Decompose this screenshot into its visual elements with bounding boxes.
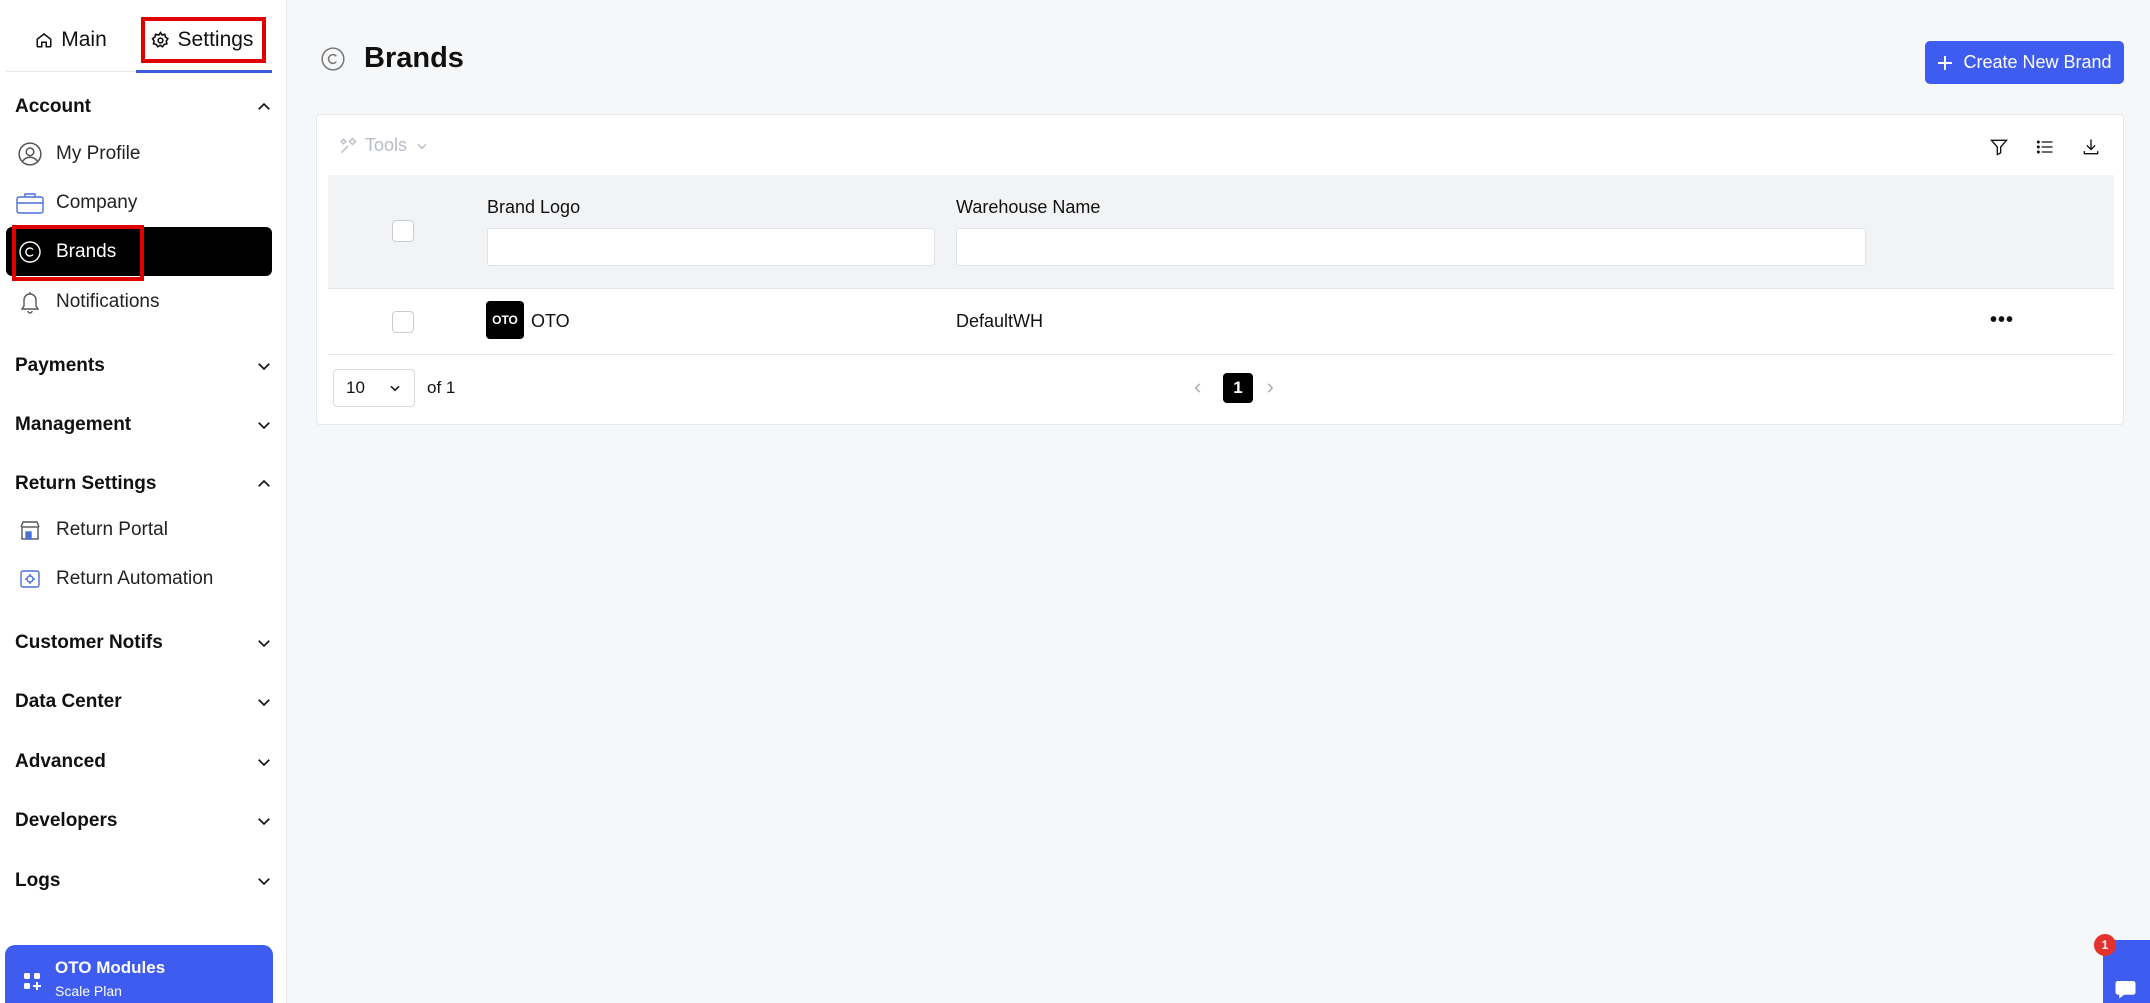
copyright-icon bbox=[16, 238, 44, 266]
gear-icon bbox=[150, 30, 169, 48]
tab-main[interactable]: Main bbox=[6, 14, 136, 66]
section-logs[interactable]: Logs bbox=[15, 870, 273, 892]
row-actions-menu-icon[interactable]: ••• bbox=[1990, 309, 2014, 332]
copyright-icon bbox=[321, 46, 345, 71]
section-account[interactable]: Account bbox=[15, 96, 273, 118]
section-customer-notifs[interactable]: Customer Notifs bbox=[15, 632, 273, 654]
home-icon bbox=[36, 33, 52, 48]
brand-name: OTO bbox=[531, 311, 570, 331]
section-data-center[interactable]: Data Center bbox=[15, 691, 273, 713]
create-button-label: Create New Brand bbox=[1963, 52, 2112, 72]
column-header-warehouse-name: Warehouse Name bbox=[956, 197, 1101, 217]
brand-logo-filter-input[interactable] bbox=[487, 228, 935, 266]
chevron-up-icon bbox=[258, 479, 270, 487]
section-management[interactable]: Management bbox=[15, 414, 273, 436]
section-data-center-label: Data Center bbox=[15, 691, 122, 712]
row-checkbox[interactable] bbox=[392, 311, 414, 333]
section-advanced[interactable]: Advanced bbox=[15, 751, 273, 773]
chevron-up-icon bbox=[258, 102, 270, 110]
grid-plus-icon bbox=[24, 973, 41, 990]
tools-label: Tools bbox=[365, 135, 408, 155]
chevron-down-icon bbox=[258, 640, 270, 648]
chevron-down-icon bbox=[258, 422, 270, 430]
section-customer-notifs-label: Customer Notifs bbox=[15, 632, 163, 653]
sidebar: Main Settings Account My Profile Company… bbox=[0, 0, 287, 1003]
chat-icon bbox=[2115, 981, 2136, 999]
chevron-down-icon bbox=[258, 818, 270, 826]
table-header: Brand Logo Warehouse Name bbox=[328, 175, 2114, 289]
section-payments-label: Payments bbox=[15, 355, 105, 376]
brand-logo: OTO bbox=[486, 301, 524, 339]
columns-list-icon[interactable] bbox=[2033, 135, 2057, 159]
plus-icon bbox=[1938, 55, 1953, 70]
page-number-current[interactable]: 1 bbox=[1223, 373, 1253, 403]
sidebar-item-company[interactable]: Company bbox=[6, 178, 272, 227]
modules-subtitle: Scale Plan bbox=[55, 983, 122, 999]
sidebar-item-brands[interactable]: Brands bbox=[6, 227, 272, 276]
oto-modules-button[interactable]: OTO Modules Scale Plan bbox=[5, 945, 273, 1003]
section-developers[interactable]: Developers bbox=[15, 810, 273, 832]
page-count-label: of 1 bbox=[427, 378, 456, 397]
page-header: Brands bbox=[320, 42, 464, 75]
chevron-down-icon bbox=[258, 699, 270, 707]
create-new-brand-button[interactable]: Create New Brand bbox=[1925, 41, 2124, 84]
notification-badge: 1 bbox=[2094, 934, 2116, 956]
section-payments[interactable]: Payments bbox=[15, 355, 273, 377]
next-page-button[interactable] bbox=[1258, 375, 1282, 401]
select-all-checkbox[interactable] bbox=[392, 220, 414, 242]
chevron-down-icon bbox=[258, 363, 270, 371]
filter-icon[interactable] bbox=[1987, 135, 2011, 159]
section-developers-label: Developers bbox=[15, 810, 118, 831]
sidebar-item-my-profile[interactable]: My Profile bbox=[6, 129, 272, 178]
tools-icon bbox=[340, 137, 357, 153]
section-return-settings[interactable]: Return Settings bbox=[15, 473, 273, 495]
tab-settings[interactable]: Settings bbox=[136, 14, 272, 73]
sidebar-item-label: Return Portal bbox=[56, 518, 168, 540]
table-row[interactable]: OTO OTO DefaultWH ••• bbox=[328, 289, 2114, 355]
page-title: Brands bbox=[364, 42, 464, 74]
automation-icon bbox=[16, 565, 44, 593]
section-return-settings-label: Return Settings bbox=[15, 473, 157, 494]
prev-page-button[interactable] bbox=[1186, 375, 1210, 401]
user-circle-icon bbox=[16, 140, 44, 168]
storefront-icon bbox=[16, 516, 44, 544]
pagination: 10 of 1 1 bbox=[333, 369, 2113, 409]
warehouse-name: DefaultWH bbox=[956, 311, 1044, 331]
sidebar-item-label: Brands bbox=[56, 240, 117, 262]
chevron-down-icon bbox=[258, 878, 270, 886]
chevron-right-icon bbox=[1267, 383, 1274, 393]
chevron-down-icon bbox=[417, 143, 427, 149]
section-advanced-label: Advanced bbox=[15, 751, 106, 772]
download-icon[interactable] bbox=[2079, 135, 2103, 159]
chevron-down-icon bbox=[390, 385, 400, 392]
tab-settings-label: Settings bbox=[177, 28, 254, 51]
brands-table-card: Tools Brand Logo Warehouse Name OTO OTO … bbox=[316, 114, 2124, 425]
modules-title: OTO Modules bbox=[55, 958, 166, 977]
section-logs-label: Logs bbox=[15, 870, 61, 891]
briefcase-icon bbox=[16, 189, 44, 217]
section-management-label: Management bbox=[15, 414, 132, 435]
sidebar-item-return-portal[interactable]: Return Portal bbox=[6, 505, 272, 554]
modules-text: OTO Modules Scale Plan bbox=[55, 958, 165, 999]
sidebar-item-label: Return Automation bbox=[56, 567, 214, 589]
warehouse-name-filter-input[interactable] bbox=[956, 228, 1866, 266]
page-size-value: 10 bbox=[346, 378, 365, 397]
chevron-left-icon bbox=[1194, 383, 1201, 393]
top-tabs: Main Settings bbox=[6, 14, 272, 73]
tab-main-label: Main bbox=[61, 28, 107, 51]
sidebar-item-label: Notifications bbox=[56, 290, 160, 312]
section-account-label: Account bbox=[15, 96, 91, 117]
sidebar-item-notifications[interactable]: Notifications bbox=[6, 277, 272, 326]
column-header-brand-logo: Brand Logo bbox=[487, 197, 581, 217]
chevron-down-icon bbox=[258, 759, 270, 767]
bell-icon bbox=[16, 288, 44, 316]
sidebar-item-label: Company bbox=[56, 191, 138, 213]
page-size-select[interactable]: 10 bbox=[333, 369, 415, 407]
table-toolbar-icons bbox=[1987, 135, 2103, 159]
sidebar-item-return-automation[interactable]: Return Automation bbox=[6, 554, 272, 603]
tools-dropdown[interactable]: Tools bbox=[339, 135, 429, 156]
sidebar-item-label: My Profile bbox=[56, 142, 141, 164]
